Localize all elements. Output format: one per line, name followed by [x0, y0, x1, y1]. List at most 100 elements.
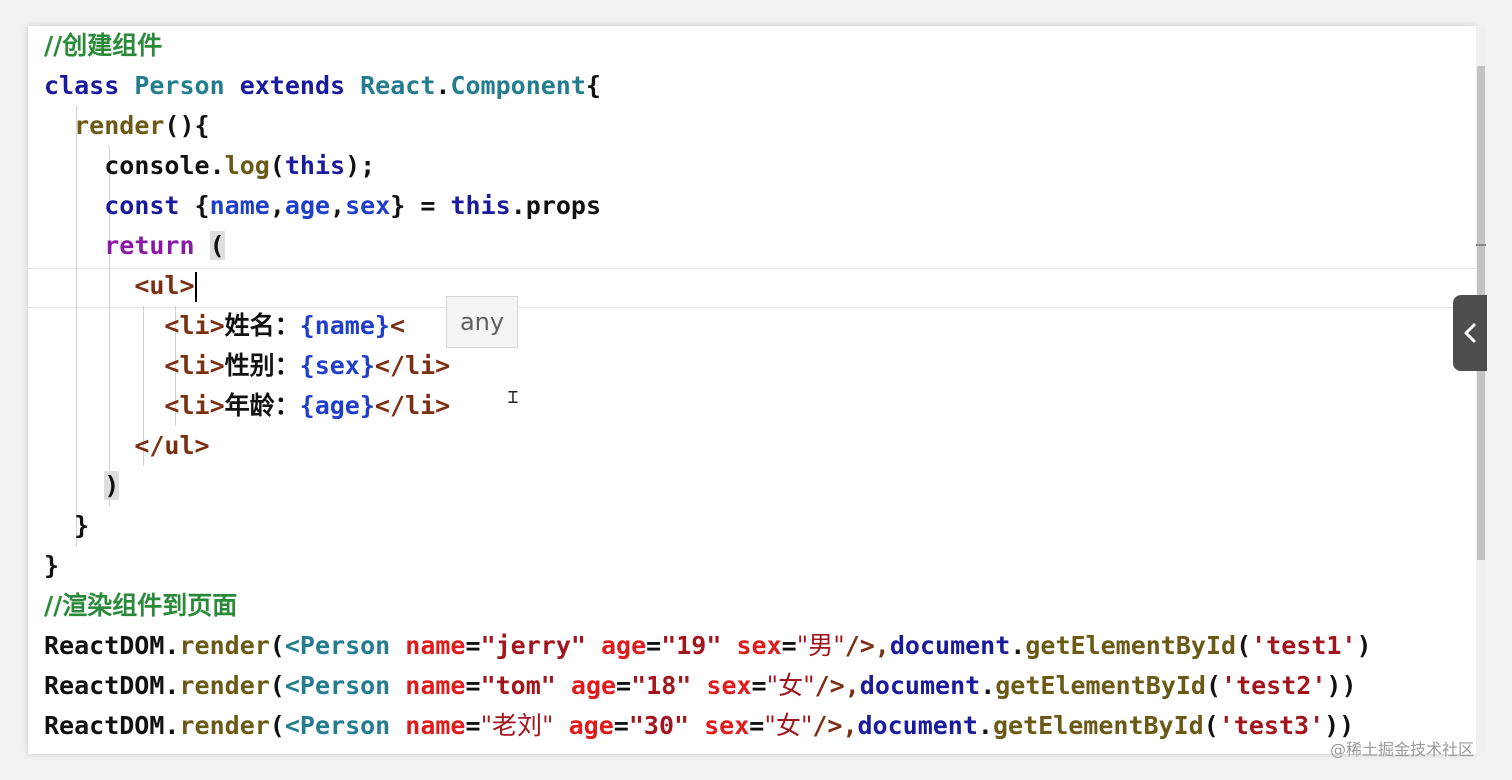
text-cursor-icon — [194, 272, 197, 302]
attr-value-name: "老刘" — [480, 711, 554, 740]
attr-eq: = — [751, 671, 767, 700]
reactdom-object: ReactDOM — [44, 631, 165, 660]
render-call: render — [179, 631, 270, 660]
person-tag: <Person — [284, 711, 391, 740]
li-open-tag: <li> — [164, 311, 225, 340]
var-sex: sex — [345, 191, 391, 220]
code-line-11: </ul> — [44, 426, 1372, 466]
self-close: />, — [844, 631, 890, 660]
return-open-paren: ( — [209, 231, 225, 260]
attr-value-name: "tom" — [480, 671, 556, 700]
keyword-extends: extends — [239, 71, 346, 100]
code-editor[interactable]: //创建组件 class Person extends React.Compon… — [28, 26, 1476, 754]
props-property: props — [525, 191, 602, 220]
return-close-paren: ) — [104, 471, 120, 500]
reactdom-object: ReactDOM — [44, 671, 165, 700]
attr-value-name: "jerry" — [480, 631, 586, 660]
call-tail: ) — [1356, 631, 1372, 660]
code-line-18: ReactDOM.render(<Person name="老刘" age="3… — [44, 711, 1355, 740]
render-call: render — [179, 671, 270, 700]
attr-name: name — [405, 631, 466, 660]
attr-age: age — [600, 631, 647, 660]
attr-value-sex: "男" — [796, 631, 845, 660]
type-hint-tooltip: any — [446, 296, 518, 348]
person-tag: <Person — [284, 671, 391, 700]
chevron-left-icon — [1464, 323, 1476, 343]
keyword-const: const — [104, 191, 180, 220]
text-cursor-icon: Ꮖ — [508, 388, 519, 407]
code-line-9: <li>性别：{sex}</li> — [44, 346, 1372, 386]
side-panel-toggle[interactable] — [1453, 295, 1487, 371]
attr-age: age — [570, 671, 617, 700]
code-line-16: ReactDOM.render(<Person name="jerry" age… — [44, 631, 1372, 660]
li-open-tag: <li> — [164, 351, 225, 380]
method-close-brace: } — [74, 511, 90, 540]
attr-eq: = — [646, 631, 662, 660]
attr-sex: sex — [736, 631, 782, 660]
li-close-tag: </li> — [374, 391, 451, 420]
li-label-age: 年龄： — [224, 391, 300, 420]
render-call: render — [179, 711, 270, 740]
element-id: 'test2' — [1221, 671, 1327, 700]
code-line-10: <li>年龄：{age}</li> — [44, 386, 1372, 426]
parent-object: React — [360, 71, 436, 100]
code-line-6: return ( — [44, 226, 1372, 266]
vertical-scrollbar[interactable] — [1476, 26, 1486, 754]
class-open-brace: { — [585, 71, 601, 100]
log-open-paren: ( — [269, 151, 285, 180]
this-keyword: this — [450, 191, 511, 220]
li-close-partial: < — [389, 311, 406, 340]
watermark: @稀土掘金技术社区 — [1330, 740, 1475, 759]
attr-value-age: "30" — [628, 711, 690, 740]
li-expr-name: {name} — [299, 311, 390, 340]
self-close: />, — [814, 671, 860, 700]
element-id: 'test3' — [1218, 711, 1325, 740]
attr-eq: = — [465, 711, 481, 740]
console-object: console — [104, 151, 210, 180]
comment-create-component: //创建组件 — [44, 31, 163, 60]
attr-eq: = — [781, 631, 797, 660]
this-keyword: this — [284, 151, 346, 180]
scrollbar-marker — [1476, 244, 1486, 246]
li-expr-age: {age} — [299, 391, 375, 420]
class-name: Person — [134, 71, 225, 100]
get-element-by-id: getElementById — [995, 671, 1206, 700]
attr-sex: sex — [706, 671, 752, 700]
code-line-2: class Person extends React.Component{ — [44, 71, 601, 100]
destructure-open: { — [194, 191, 210, 220]
attr-value-age: "19" — [661, 631, 722, 660]
var-name: name — [209, 191, 270, 220]
attr-eq: = — [616, 671, 632, 700]
element-id: 'test1' — [1251, 631, 1357, 660]
code-line-1: //创建组件 — [44, 26, 1372, 66]
comment-render-to-page: //渲染组件到页面 — [44, 591, 238, 620]
li-label-sex: 性别： — [224, 351, 300, 380]
code-lines: //创建组件 class Person extends React.Compon… — [44, 26, 1372, 746]
code-line-7: <ul> — [44, 266, 1372, 306]
parent-property: Component — [450, 71, 586, 100]
ul-close-tag: </ul> — [134, 431, 210, 460]
attr-sex: sex — [704, 711, 750, 740]
keyword-class: class — [44, 71, 120, 100]
self-close: />, — [812, 711, 858, 740]
document-object: document — [859, 671, 981, 700]
code-line-17: ReactDOM.render(<Person name="tom" age="… — [44, 671, 1357, 700]
attr-value-age: "18" — [631, 671, 692, 700]
log-function: log — [224, 151, 270, 180]
code-line-15: //渲染组件到页面 — [44, 586, 1372, 626]
class-close-brace: } — [44, 551, 60, 580]
ul-open-tag: <ul> — [134, 271, 195, 300]
render-method-name: render — [74, 111, 165, 140]
code-line-8: <li>姓名：{name}< — [44, 306, 1372, 346]
attr-name: name — [405, 711, 466, 740]
code-line-3: render(){ — [44, 106, 1372, 146]
li-open-tag: <li> — [164, 391, 225, 420]
document-object: document — [857, 711, 978, 740]
render-method-signature: (){ — [164, 111, 210, 140]
code-line-5: const {name,age,sex} = this.props — [104, 191, 602, 220]
attr-eq: = — [613, 711, 629, 740]
code-line-4: console.log(this); — [104, 151, 376, 180]
attr-age: age — [568, 711, 614, 740]
code-line-14: } — [44, 546, 1372, 586]
get-element-by-id: getElementById — [992, 711, 1204, 740]
